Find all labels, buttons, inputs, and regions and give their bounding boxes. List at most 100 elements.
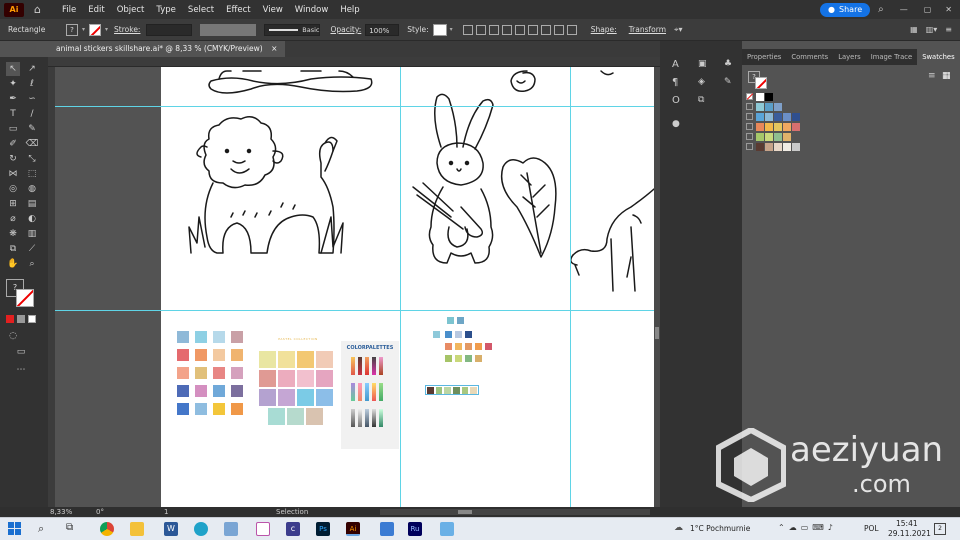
color-swatch[interactable] <box>765 113 773 121</box>
color-swatch[interactable] <box>765 123 773 131</box>
close-icon[interactable]: ✕ <box>945 5 952 14</box>
close-tab-icon[interactable]: × <box>271 44 277 53</box>
menu-edit[interactable]: Edit <box>82 5 110 15</box>
menu-view[interactable]: View <box>257 5 289 15</box>
grid-view-icon[interactable]: ▦ <box>942 71 951 81</box>
width-tool-icon[interactable]: ⋈ <box>6 167 20 181</box>
menu-effect[interactable]: Effect <box>220 5 256 15</box>
task-view-icon[interactable]: ⧉ <box>66 522 80 536</box>
align-controls[interactable] <box>462 24 577 35</box>
clock-time[interactable]: 15:41 <box>896 519 918 528</box>
tray-icons[interactable]: ⌃☁▭⌨♪ <box>778 523 837 532</box>
brush-definition[interactable]: Basic <box>264 23 321 36</box>
search-icon[interactable]: ⌕ <box>878 4 884 15</box>
vertical-guide[interactable] <box>400 57 401 507</box>
opacity-field[interactable]: 100% <box>365 23 400 36</box>
direct-selection-tool-icon[interactable]: ↗ <box>25 62 39 76</box>
status-mode[interactable]: Selection <box>276 508 308 516</box>
color-swatch[interactable] <box>774 143 782 151</box>
notifications-icon[interactable]: 2 <box>934 523 946 535</box>
selection-tool-icon[interactable]: ↖ <box>6 62 20 76</box>
color-swatch[interactable] <box>756 93 764 101</box>
chrome-icon[interactable] <box>100 522 114 536</box>
file-explorer-icon[interactable] <box>130 522 144 536</box>
document-tab[interactable]: animal stickers skillshare.ai* @ 8,33 % … <box>48 41 286 57</box>
pen-tool-icon[interactable]: ✒ <box>6 92 20 106</box>
swatch-group-folder-icon[interactable] <box>746 113 753 120</box>
minimize-icon[interactable]: — <box>900 5 908 14</box>
zoom-field[interactable]: 8,33% <box>50 508 72 516</box>
stroke-color-swatch[interactable] <box>89 23 102 36</box>
tab-properties[interactable]: Properties <box>742 49 786 65</box>
search-icon[interactable]: ⌕ <box>38 522 52 536</box>
photoshop-icon[interactable]: Ps <box>316 522 330 536</box>
transparency-panel-icon[interactable]: ▣ <box>698 59 707 69</box>
lasso-tool-icon[interactable]: ℓ <box>25 77 39 91</box>
fill-stroke-preview[interactable]: ? <box>748 71 770 89</box>
horizontal-guide[interactable] <box>48 310 660 311</box>
color-swatch[interactable] <box>774 133 782 141</box>
menu-window[interactable]: Window <box>289 5 335 15</box>
horizontal-ruler[interactable] <box>48 57 660 67</box>
horizontal-scrollbar[interactable] <box>380 509 650 515</box>
swatch-group-folder-icon[interactable] <box>746 123 753 130</box>
app-icon[interactable] <box>224 522 238 536</box>
tab-comments[interactable]: Comments <box>786 49 833 65</box>
none-swatch[interactable] <box>746 93 754 100</box>
weather-icon[interactable]: ☁ <box>674 523 683 533</box>
calculator-icon[interactable]: c <box>286 522 300 536</box>
screen-mode-icon[interactable]: ▭ <box>14 345 28 359</box>
color-swatch[interactable] <box>756 133 764 141</box>
menu-file[interactable]: File <box>56 5 82 15</box>
live-paint-tool-icon[interactable]: ◍ <box>25 182 39 196</box>
color-swatch[interactable] <box>783 123 791 131</box>
stroke-label[interactable]: Stroke: <box>114 25 140 34</box>
screen-recorder-icon[interactable] <box>440 522 454 536</box>
eraser-tool-icon[interactable]: ⌫ <box>25 137 39 151</box>
arrange-icon[interactable]: ▦ <box>910 25 918 34</box>
zoom-tool-icon[interactable]: ⌕ <box>25 257 39 271</box>
column-graph-tool-icon[interactable]: ▥ <box>25 227 39 241</box>
chevron-down-icon[interactable]: ▾ <box>105 26 108 33</box>
tab-swatches[interactable]: Swatches <box>917 49 960 65</box>
pastel-collection-card[interactable]: PASTEL COLLECTION <box>259 337 337 445</box>
opentype-panel-icon[interactable]: O <box>672 95 680 106</box>
illustrator-icon[interactable]: Ai <box>346 522 360 536</box>
slice-tool-icon[interactable]: ⟋ <box>25 242 39 256</box>
pathfinder-panel-icon[interactable]: ⧉ <box>698 95 704 105</box>
rectangle-tool-icon[interactable]: ▭ <box>6 122 20 136</box>
edge-icon[interactable] <box>194 522 208 536</box>
color-swatch[interactable] <box>765 143 773 151</box>
home-icon[interactable]: ⌂ <box>34 3 48 17</box>
color-swatch[interactable] <box>783 113 791 121</box>
color-swatch[interactable] <box>792 143 800 151</box>
hand-tool-icon[interactable]: ✋ <box>6 257 20 271</box>
align-panel-icon[interactable]: ▥▾ <box>926 25 938 34</box>
canvas-area[interactable]: PASTEL COLLECTION COLORPALETTES <box>48 57 660 507</box>
swatch-group-folder-icon[interactable] <box>746 143 753 150</box>
gradient-tool-icon[interactable]: ▤ <box>25 197 39 211</box>
eyedropper-tool-icon[interactable]: ⌀ <box>6 212 20 226</box>
webex-icon[interactable] <box>256 522 270 536</box>
appearance-panel-icon[interactable]: ● <box>672 119 680 129</box>
clock-date[interactable]: 29.11.2021 <box>888 529 931 538</box>
line-tool-icon[interactable]: / <box>25 107 39 121</box>
artboard-number-field[interactable]: 1 <box>164 508 168 516</box>
color-swatch[interactable] <box>765 93 773 101</box>
windows-start-icon[interactable] <box>8 522 21 535</box>
transform-label[interactable]: Transform <box>629 25 666 34</box>
swatch-card-1[interactable] <box>177 331 247 455</box>
shape-builder-tool-icon[interactable]: ◎ <box>6 182 20 196</box>
color-swatch[interactable] <box>765 133 773 141</box>
color-swatch[interactable] <box>792 123 800 131</box>
artboard[interactable]: PASTEL COLLECTION COLORPALETTES <box>161 67 654 507</box>
variable-width-field[interactable] <box>200 23 257 36</box>
symbols-panel-icon[interactable]: ♣ <box>724 59 732 69</box>
color-swatch[interactable] <box>792 113 800 121</box>
menu-select[interactable]: Select <box>182 5 220 15</box>
color-swatch[interactable] <box>774 103 782 111</box>
swatch-group-folder-icon[interactable] <box>746 103 753 110</box>
color-swatch[interactable] <box>765 103 773 111</box>
horizontal-guide[interactable] <box>48 106 660 107</box>
color-mode-buttons[interactable] <box>6 315 36 323</box>
